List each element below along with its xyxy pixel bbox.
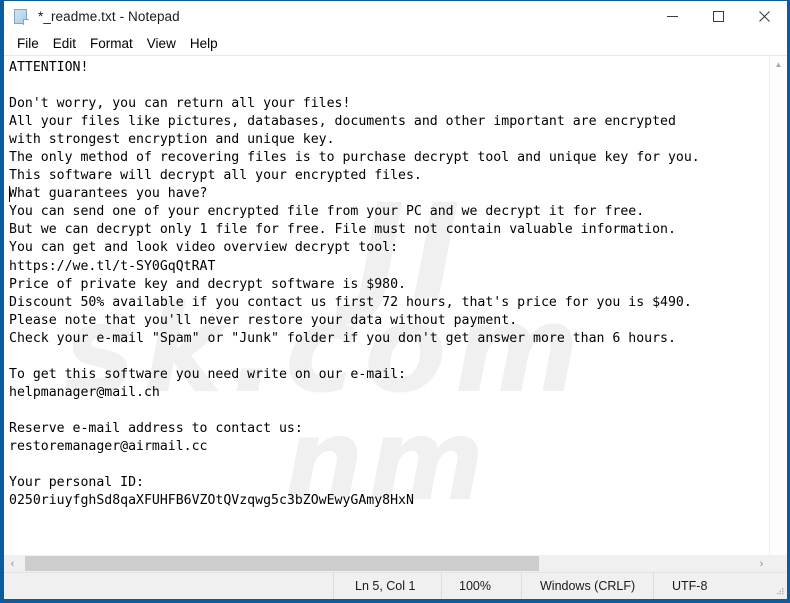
- vertical-scrollbar[interactable]: ▲: [769, 56, 787, 555]
- status-line-ending-label: Windows (CRLF): [540, 579, 636, 593]
- window-title: *_readme.txt - Notepad: [38, 9, 180, 24]
- scroll-left-arrow-icon[interactable]: ‹: [4, 555, 21, 572]
- status-encoding: UTF-8: [653, 573, 770, 599]
- maximize-button[interactable]: [695, 1, 741, 32]
- vertical-scroll-track[interactable]: [770, 73, 787, 555]
- maximize-icon: [712, 11, 724, 22]
- status-cursor-position: Ln 5, Col 1: [333, 573, 441, 599]
- status-bar: Ln 5, Col 1 100% Windows (CRLF) UTF-8: [4, 572, 787, 599]
- scroll-right-arrow-icon[interactable]: ›: [753, 555, 770, 572]
- horizontal-scroll-thumb[interactable]: [25, 556, 539, 571]
- horizontal-scrollbar-row: ‹ ›: [4, 555, 787, 572]
- title-bar: *_readme.txt - Notepad: [4, 1, 787, 32]
- menu-item-file[interactable]: File: [10, 34, 46, 54]
- horizontal-scroll-track[interactable]: [21, 555, 753, 572]
- ransom-note-text[interactable]: ATTENTION! Don't worry, you can return a…: [4, 56, 769, 510]
- scrollbar-corner: [770, 555, 787, 572]
- minimize-icon: [666, 16, 678, 17]
- menu-item-format[interactable]: Format: [83, 34, 140, 54]
- menu-item-help[interactable]: Help: [183, 34, 225, 54]
- resize-grip-icon[interactable]: [770, 573, 787, 599]
- scroll-up-arrow-icon[interactable]: ▲: [770, 56, 787, 73]
- status-encoding-label: UTF-8: [672, 579, 708, 593]
- menu-item-view[interactable]: View: [140, 34, 183, 54]
- title-bar-left: *_readme.txt - Notepad: [4, 8, 649, 25]
- status-cursor-position-label: Ln 5, Col 1: [355, 579, 416, 593]
- menu-bar: File Edit Format View Help: [4, 32, 787, 55]
- close-button[interactable]: [741, 1, 787, 32]
- menu-item-edit[interactable]: Edit: [46, 34, 83, 54]
- editor-area: JI nm sk.com ATTENTION! Don't worry, you…: [4, 55, 787, 555]
- notepad-window: *_readme.txt - Notepad File Edit Format …: [0, 0, 790, 603]
- status-line-ending: Windows (CRLF): [521, 573, 653, 599]
- text-editor[interactable]: JI nm sk.com ATTENTION! Don't worry, you…: [4, 56, 769, 555]
- close-icon: [758, 11, 770, 22]
- caption-buttons: [649, 1, 787, 32]
- horizontal-scrollbar[interactable]: ‹ ›: [4, 555, 770, 572]
- text-caret: [9, 186, 10, 202]
- notepad-document-icon: [13, 8, 30, 25]
- status-zoom-label: 100%: [459, 579, 491, 593]
- status-zoom-level[interactable]: 100%: [441, 573, 521, 599]
- minimize-button[interactable]: [649, 1, 695, 32]
- status-bar-spacer: [4, 573, 333, 599]
